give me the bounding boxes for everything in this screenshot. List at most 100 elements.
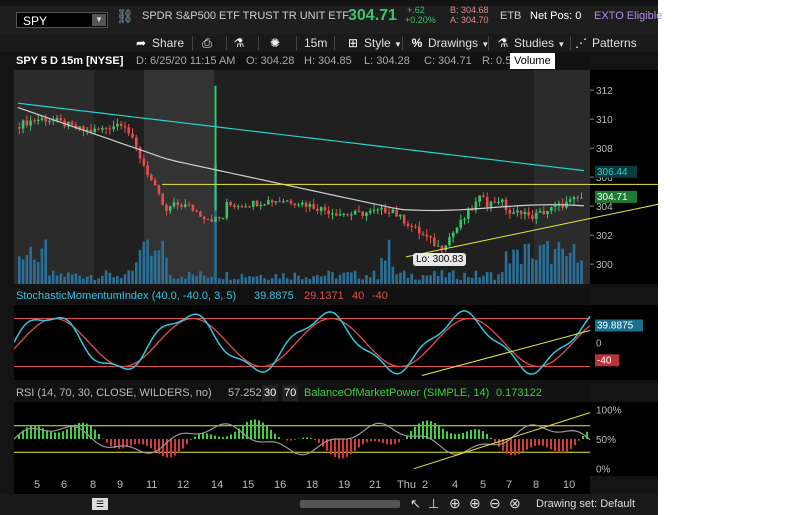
volume-bar: [414, 279, 417, 284]
link-icon[interactable]: ⛓: [116, 8, 134, 25]
bop-bar: [70, 426, 72, 439]
divider: [334, 36, 335, 50]
drawing-set-selector[interactable]: Drawing set: Default: [536, 498, 635, 510]
candle-body: [470, 209, 474, 211]
fit-icon[interactable]: ⊗: [509, 495, 521, 512]
bop-bar: [266, 425, 268, 439]
volume-bar: [523, 244, 527, 284]
candle-body: [448, 237, 451, 246]
crosshair-plus-icon[interactable]: ⊕: [449, 495, 461, 512]
bop-bar: [450, 433, 452, 439]
volume-bar: [467, 276, 470, 284]
drawings-label: Drawings: [428, 36, 479, 50]
candle-body: [429, 236, 432, 238]
volume-bar: [21, 259, 25, 284]
bop-bar: [398, 439, 400, 443]
chevron-down-icon[interactable]: ▼: [92, 14, 106, 26]
smi-name[interactable]: StochasticMomentumIndex (40.0, -40.0, 3,…: [16, 288, 236, 304]
candle-body: [372, 209, 376, 211]
collapse-button[interactable]: ☰: [92, 498, 108, 510]
price-chart[interactable]: 312310308306304302300306.44304.71: [14, 70, 658, 284]
candle-body: [380, 207, 383, 210]
crosshair-icon[interactable]: ⊥: [428, 496, 439, 512]
bop-bar: [78, 422, 80, 439]
price-tick-label: 300: [596, 260, 613, 271]
candle-body: [85, 129, 89, 131]
volume-bar: [561, 248, 564, 284]
time-axis-label: 5: [480, 479, 487, 491]
ask-price: A: 304.70: [450, 15, 489, 25]
candle-body: [153, 180, 157, 186]
patterns-button[interactable]: ⋰ Patterns: [574, 34, 637, 52]
share-button[interactable]: ➦ Share: [134, 34, 184, 52]
volume-bar: [25, 255, 29, 284]
cursor-icon[interactable]: ↖: [410, 496, 421, 512]
bop-bar: [242, 424, 244, 439]
bop-bar: [154, 439, 156, 452]
time-axis[interactable]: 5 6 8 9 11 12 14 15 16 18 19 21 Thu 2 4 5 7 8 10: [14, 476, 590, 494]
drawings-button[interactable]: % Drawings ▼: [410, 34, 490, 52]
candle-body: [399, 214, 402, 217]
rsi-chart[interactable]: 100% 50% 0%: [14, 402, 658, 476]
bop-name[interactable]: BalanceOfMarketPower (SIMPLE, 14): [304, 385, 489, 401]
volume-bar: [63, 276, 66, 284]
volume-bar: [531, 258, 534, 284]
candle-body: [199, 211, 202, 217]
settings-button[interactable]: ✺: [268, 34, 286, 52]
bop-bar: [454, 434, 456, 439]
volume-bar: [97, 278, 100, 284]
zoom-out-icon[interactable]: ⊖: [489, 495, 501, 512]
volume-bar: [255, 276, 259, 284]
studies-button[interactable]: ⚗ Studies ▼: [496, 34, 566, 52]
bop-bar: [582, 436, 584, 439]
bop-bar: [358, 439, 360, 448]
timeframe-button[interactable]: 15m: [304, 34, 327, 52]
volume-bar: [357, 278, 361, 284]
camera-button[interactable]: ⎙: [200, 34, 218, 52]
bop-bar: [218, 436, 220, 439]
candle-body: [444, 245, 447, 251]
volume-bar: [474, 270, 478, 284]
bop-bar: [58, 432, 60, 439]
bop-bar: [426, 420, 428, 439]
candle-body: [59, 118, 63, 121]
volume-bar: [331, 271, 334, 284]
bop-bar: [562, 439, 564, 453]
zoom-in-icon[interactable]: ⊕: [469, 495, 481, 512]
candle-body: [70, 121, 74, 125]
candle-body: [546, 210, 549, 215]
volume-bar: [451, 270, 455, 284]
time-axis-label: 4: [452, 479, 459, 491]
volume-bar: [500, 271, 504, 284]
bid-price: B: 304.68: [450, 5, 489, 15]
time-axis-label: 15: [242, 479, 255, 491]
style-button[interactable]: ⊞ Style ▼: [346, 34, 402, 52]
volume-bar: [312, 276, 315, 284]
percent-icon: %: [411, 36, 423, 50]
volume-bar: [29, 246, 32, 284]
volume-bar: [187, 271, 191, 284]
candle-body: [553, 205, 557, 208]
flask-button[interactable]: ⚗: [232, 34, 250, 52]
time-axis-label: 7: [506, 479, 513, 491]
smi-chart[interactable]: 0 39.8875 -40: [14, 305, 658, 380]
bop-bar: [194, 436, 196, 439]
volume-toggle[interactable]: Volume: [510, 53, 555, 69]
net-position: Net Pos: 0: [530, 10, 582, 22]
bop-bar: [570, 439, 572, 449]
volume-bar: [512, 249, 515, 284]
volume-bar: [319, 276, 323, 284]
rsi-name[interactable]: RSI (14, 70, 30, CLOSE, WILDERS, no): [16, 385, 212, 401]
scrollbar[interactable]: [300, 500, 400, 508]
bop-bar: [94, 429, 96, 439]
symbol-input[interactable]: SPY ▼: [16, 12, 108, 28]
volume-bar: [327, 270, 331, 284]
volume-bar: [557, 242, 561, 284]
bop-bar: [362, 439, 364, 445]
volume-bar: [572, 244, 576, 284]
candle-body: [221, 218, 225, 220]
volume-bar: [334, 278, 338, 284]
candle-body: [282, 201, 285, 203]
volume-bar: [240, 274, 244, 284]
flask-icon: ⚗: [497, 36, 509, 50]
